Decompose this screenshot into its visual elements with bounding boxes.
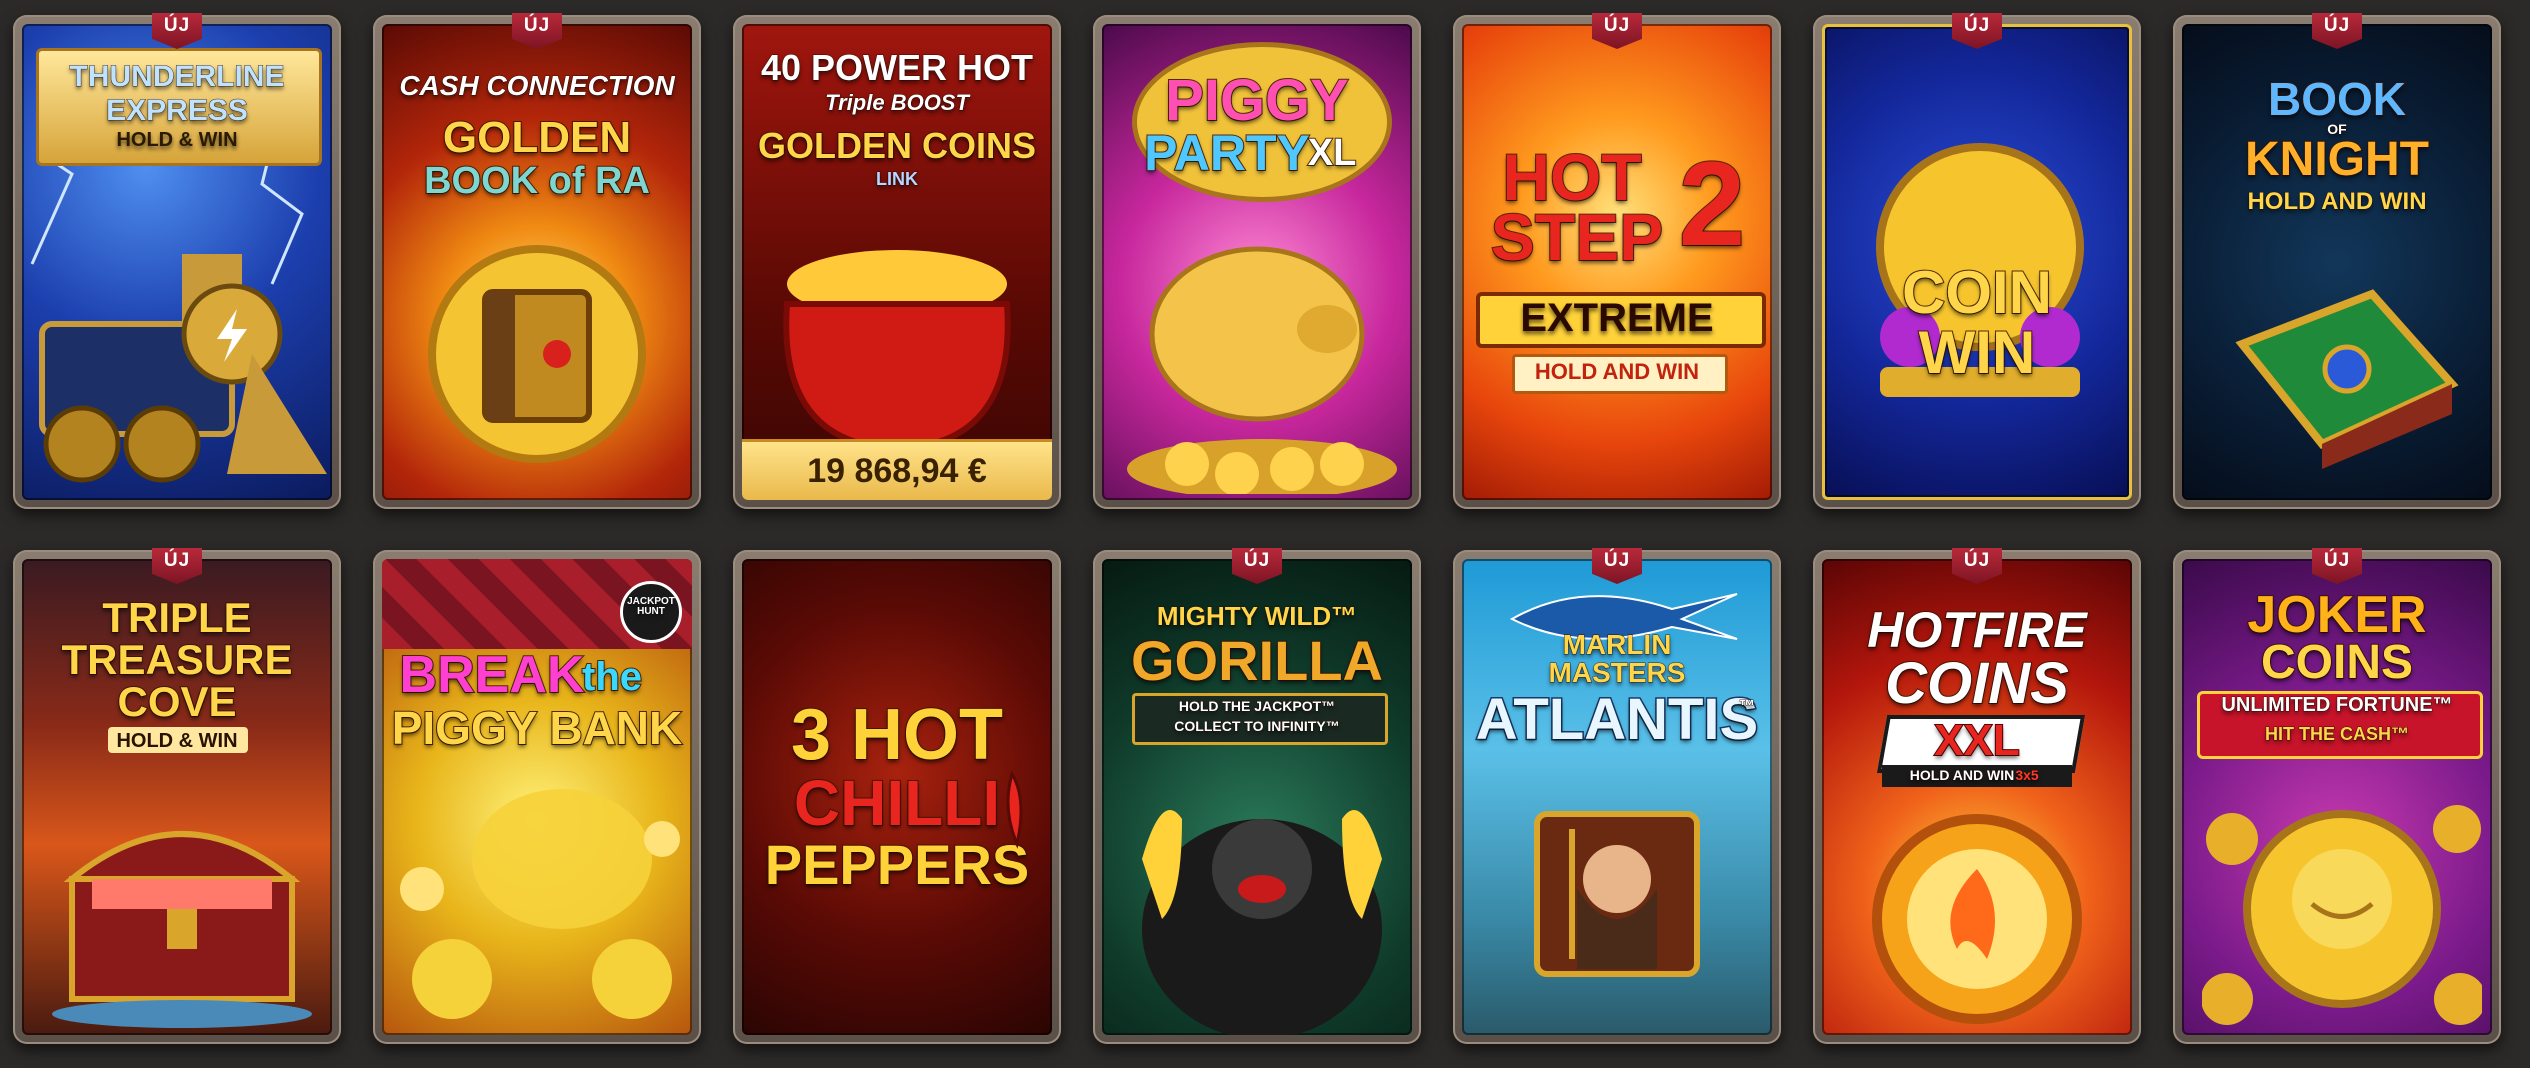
game-tag: 3x5 (2015, 767, 2039, 783)
game-brand: MIGHTY WILD™ (1156, 601, 1358, 631)
gorilla-icon (1142, 810, 1382, 1035)
game-title-line2: PIGGY BANK (391, 702, 684, 754)
fire-coin-icon (1872, 814, 2082, 1024)
game-tile-hotfire-coins-xxl[interactable]: ÚJ HOTFIRE COINS XXL HOLD AND WIN 3x5 (1813, 548, 2141, 1044)
game-title-line2: TREASURE (60, 636, 293, 683)
train-icon (39, 254, 327, 483)
game-tile-joker-coins[interactable]: ÚJ JOKER COINS UNLIMITED FORTUNE™ HIT TH… (2173, 548, 2501, 1044)
game-title-line2: KNIGHT (2244, 133, 2430, 186)
game-tile-3-hot-chilli-peppers[interactable]: 3 HOT CHILLI PEPPERS (733, 550, 1061, 1044)
game-subtitle: Triple BOOST (825, 90, 970, 115)
game-subtitle: HOLD & WIN (116, 129, 238, 151)
game-title-xxl: XXL (1933, 716, 2021, 765)
game-title: BOOK (2267, 73, 2407, 125)
game-tile-mighty-wild-gorilla[interactable]: ÚJ MIGHTY WILD™ GORILLA HOLD THE JACKPOT… (1093, 548, 1421, 1044)
game-title-line2: BOOK of RA (423, 160, 651, 202)
game-subtitle: UNLIMITED FORTUNE™ (2221, 694, 2453, 716)
game-tile-coin-win[interactable]: ÚJ COIN WIN (1813, 13, 2141, 509)
game-badge-xl: XL (1307, 132, 1358, 174)
game-tile-hot-step-2-extreme[interactable]: ÚJ HOT STEP 2 EXTREME HOLD AND WIN (1453, 13, 1781, 509)
game-subtitle: HOLD THE JACKPOT™ (1178, 698, 1336, 714)
game-tile-break-the-piggy-bank[interactable]: JACKPOT HUNT BREAK the PIGGY BANK (373, 550, 701, 1044)
game-tile-marlin-masters-atlantis[interactable]: ÚJ MARLIN MASTERS ATLANTIS ™ (1453, 548, 1781, 1044)
game-subtitle: EXTREME (1520, 296, 1714, 340)
game-title: ATLANTIS (1474, 687, 1759, 752)
game-title: 3 HOT (790, 695, 1004, 775)
game-number: 2 (1678, 137, 1747, 271)
piggy-icon (400, 789, 680, 1019)
game-tile-golden-book-of-ra[interactable]: ÚJ CASH CONNECTION GOLDEN BOOK of RA (373, 13, 701, 509)
poseidon-icon (1534, 811, 1700, 977)
game-subtitle-line2: COLLECT TO INFINITY™ (1174, 718, 1340, 734)
piggy-bank-icon (1127, 246, 1397, 494)
game-subtitle: HOLD & WIN (116, 730, 238, 752)
game-title: PIGGY (1164, 68, 1350, 133)
book-icon (2235, 289, 2459, 469)
game-brand-line2: MASTERS (1548, 657, 1686, 688)
game-title: HOTFIRE (1866, 602, 2087, 658)
game-brand: CASH CONNECTION (399, 70, 675, 101)
game-subtitle: HOLD AND WIN (2247, 188, 2427, 215)
game-title-the: the (581, 655, 643, 699)
game-tile-triple-treasure-cove[interactable]: ÚJ TRIPLE TREASURE COVE HOLD & WIN (13, 548, 341, 1044)
game-title-line2: GOLDEN COINS (757, 125, 1037, 166)
game-title-line2: COINS (1884, 651, 2070, 716)
game-title-line2: EXPRESS (106, 94, 249, 127)
game-tag: HOLD AND WIN (1534, 359, 1700, 384)
game-tag: HIT THE CASH™ (2265, 724, 2410, 744)
game-title: 40 POWER HOT (760, 47, 1034, 88)
game-tag: LINK (876, 169, 919, 189)
jackpot-hunt-label: JACKPOT HUNT (627, 596, 675, 617)
game-title-line2: COINS (2260, 636, 2414, 689)
chilli-pepper-icon (1006, 770, 1023, 849)
game-grid: ÚJ THUNDERLINE EXPRESS HOLD & WIN ÚJ CAS… (0, 0, 2530, 1068)
game-title-line2: WIN (1918, 319, 2037, 386)
jackpot-amount: 19 868,94 € (742, 439, 1052, 500)
book-coin-icon (428, 245, 646, 463)
treasure-chest-icon (52, 831, 312, 1028)
trademark: ™ (1739, 698, 1756, 715)
game-title-line3: COVE (116, 678, 237, 725)
pot-of-gold-icon (767, 250, 1027, 464)
joker-coin-icon (2202, 805, 2482, 1025)
game-title: TRIPLE (101, 594, 252, 641)
game-tile-40-power-hot[interactable]: 40 POWER HOT Triple BOOST GOLDEN COINS L… (733, 15, 1061, 509)
game-tile-piggy-party-xl[interactable]: PIGGY PARTY XL (1093, 15, 1421, 509)
game-tile-book-of-knight[interactable]: ÚJ BOOK OF KNIGHT HOLD AND WIN (2173, 13, 2501, 509)
game-title: GORILLA (1130, 629, 1384, 692)
game-title: JOKER (2246, 586, 2427, 644)
game-title: GOLDEN (442, 113, 632, 162)
game-title: THUNDERLINE (69, 60, 285, 93)
game-brand: MARLIN (1562, 629, 1672, 660)
game-title: COIN (1901, 259, 2053, 326)
game-tile-thunderline-express[interactable]: ÚJ THUNDERLINE EXPRESS HOLD & WIN (13, 13, 341, 509)
